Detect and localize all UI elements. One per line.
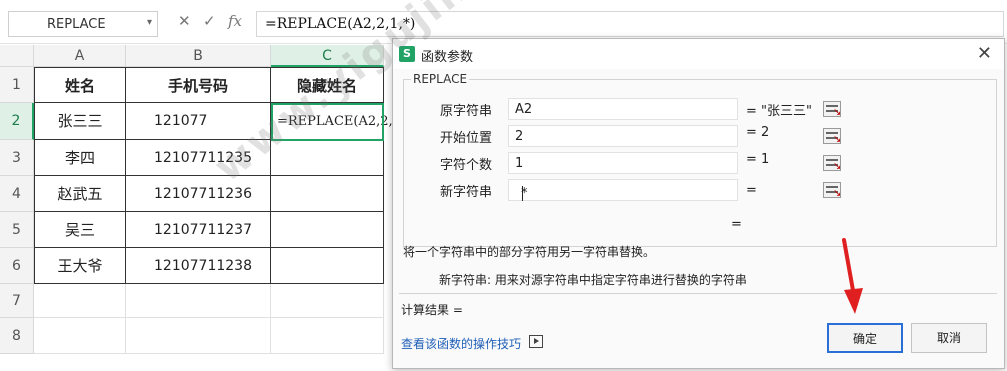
row-header-8[interactable]: 8 [0, 318, 34, 354]
cell-b3[interactable]: 12107711235 [126, 140, 271, 176]
check-icon[interactable]: ✓ [203, 12, 216, 30]
cell-a8[interactable] [34, 318, 126, 354]
row-header-3[interactable]: 3 [0, 140, 34, 176]
arg-label-start: 开始位置 [440, 131, 493, 146]
column-header-b[interactable]: B [126, 45, 271, 67]
row-header-2[interactable]: 2 [0, 103, 34, 140]
red-arrow-annotation [842, 238, 863, 314]
row-header-4[interactable]: 4 [0, 176, 34, 212]
cell-b4[interactable]: 12107711236 [126, 176, 271, 212]
help-link[interactable]: 查看该函数的操作技巧 [401, 335, 521, 352]
function-result-eq: = [731, 217, 742, 232]
cell-c3[interactable] [271, 140, 384, 176]
cell-b6[interactable]: 12107711238 [126, 248, 271, 284]
function-description: 将一个字符串中的部分字符用另一字符串替换。 [403, 245, 656, 259]
cell-b2[interactable]: 121077 [126, 103, 271, 140]
row-header-5[interactable]: 5 [0, 212, 34, 248]
arguments-group: REPLACE 原字符串 A2 ↘ = "张三三" 开始位置 2 ↘ = 2 字… [403, 72, 997, 247]
dialog-titlebar[interactable]: S 函数参数 ✕ [393, 39, 1004, 69]
cell-a1[interactable]: 姓名 [34, 67, 126, 103]
cell-b1[interactable]: 手机号码 [126, 67, 271, 103]
function-arguments-dialog: S 函数参数 ✕ REPLACE 原字符串 A2 ↘ = "张三三" 开始位置 … [392, 38, 1005, 369]
arg-result-count: = 1 [746, 152, 770, 167]
app-logo-icon: S [399, 46, 415, 62]
cell-c8[interactable] [271, 318, 384, 354]
calc-result: 计算结果 = [401, 303, 463, 317]
cell-c7[interactable] [271, 284, 384, 318]
spreadsheet-window: REPLACE ▾ ✕ ✓ fx =REPLACE(A2,2,1,*) A B … [0, 0, 1007, 371]
arg-input-text[interactable]: A2 ↘ [508, 98, 841, 120]
cell-reference-icon[interactable]: ↘ [823, 128, 841, 145]
function-name: REPLACE [411, 72, 470, 86]
cell-c2[interactable]: =REPLACE(A2,2,1,*) [271, 103, 417, 140]
close-icon[interactable]: ✕ [977, 43, 992, 64]
cell-b7[interactable] [126, 284, 271, 318]
ok-button[interactable]: 确定 [827, 323, 903, 353]
row-header-6[interactable]: 6 [0, 248, 34, 284]
name-box[interactable]: REPLACE ▾ [8, 11, 158, 37]
column-header-c[interactable]: C [271, 45, 384, 67]
arg-value-start: 2 [515, 129, 524, 144]
cell-b5[interactable]: 12107711237 [126, 212, 271, 248]
name-box-value: REPLACE [47, 17, 106, 32]
cell-c1[interactable]: 隐藏姓名 [271, 67, 384, 103]
arg-result-start: = 2 [746, 125, 770, 140]
cell-reference-icon[interactable]: ↘ [823, 101, 841, 118]
cell-a7[interactable] [34, 284, 126, 318]
divider [399, 293, 997, 294]
cell-c6[interactable] [271, 248, 384, 284]
arg-result-new: = [746, 183, 757, 198]
cell-reference-icon[interactable]: ↘ [823, 182, 841, 199]
row-header-1[interactable]: 1 [0, 67, 34, 103]
cell-b8[interactable] [126, 318, 271, 354]
cell-reference-icon[interactable]: ↘ [823, 155, 841, 172]
formula-text: =REPLACE(A2,2,1,*) [265, 16, 416, 32]
arg-result-text: = "张三三" [746, 104, 812, 119]
arg-value-new: * [521, 186, 528, 201]
video-play-icon[interactable] [529, 335, 543, 348]
cell-a3[interactable]: 李四 [34, 140, 126, 176]
arg-value-count: 1 [515, 156, 524, 171]
arg-input-new[interactable]: * ↘ [508, 179, 841, 201]
fx-icon[interactable]: fx [228, 12, 242, 30]
row-header-7[interactable]: 7 [0, 284, 34, 318]
arg-label-new: 新字符串 [440, 185, 493, 200]
column-header-a[interactable]: A [34, 45, 126, 67]
parameter-description: 新字符串: 用来对源字符串中指定字符串进行替换的字符串 [439, 273, 747, 287]
cell-a6[interactable]: 王大爷 [34, 248, 126, 284]
cell-c4[interactable] [271, 176, 384, 212]
formula-input[interactable]: =REPLACE(A2,2,1,*) [256, 11, 1004, 37]
cell-a5[interactable]: 吴三 [34, 212, 126, 248]
arg-input-start[interactable]: 2 ↘ [508, 125, 841, 147]
arg-label-text: 原字符串 [440, 104, 493, 119]
select-all-corner[interactable] [0, 45, 34, 67]
close-icon[interactable]: ✕ [178, 12, 191, 30]
arg-input-count[interactable]: 1 ↘ [508, 152, 841, 174]
arg-value-text: A2 [515, 102, 533, 117]
arg-label-count: 字符个数 [440, 158, 493, 173]
cell-c5[interactable] [271, 212, 384, 248]
cancel-button[interactable]: 取消 [911, 323, 987, 353]
chevron-down-icon[interactable]: ▾ [147, 17, 152, 28]
cell-a2[interactable]: 张三三 [34, 103, 126, 140]
cell-a4[interactable]: 赵武五 [34, 176, 126, 212]
dialog-title: 函数参数 [421, 50, 474, 65]
